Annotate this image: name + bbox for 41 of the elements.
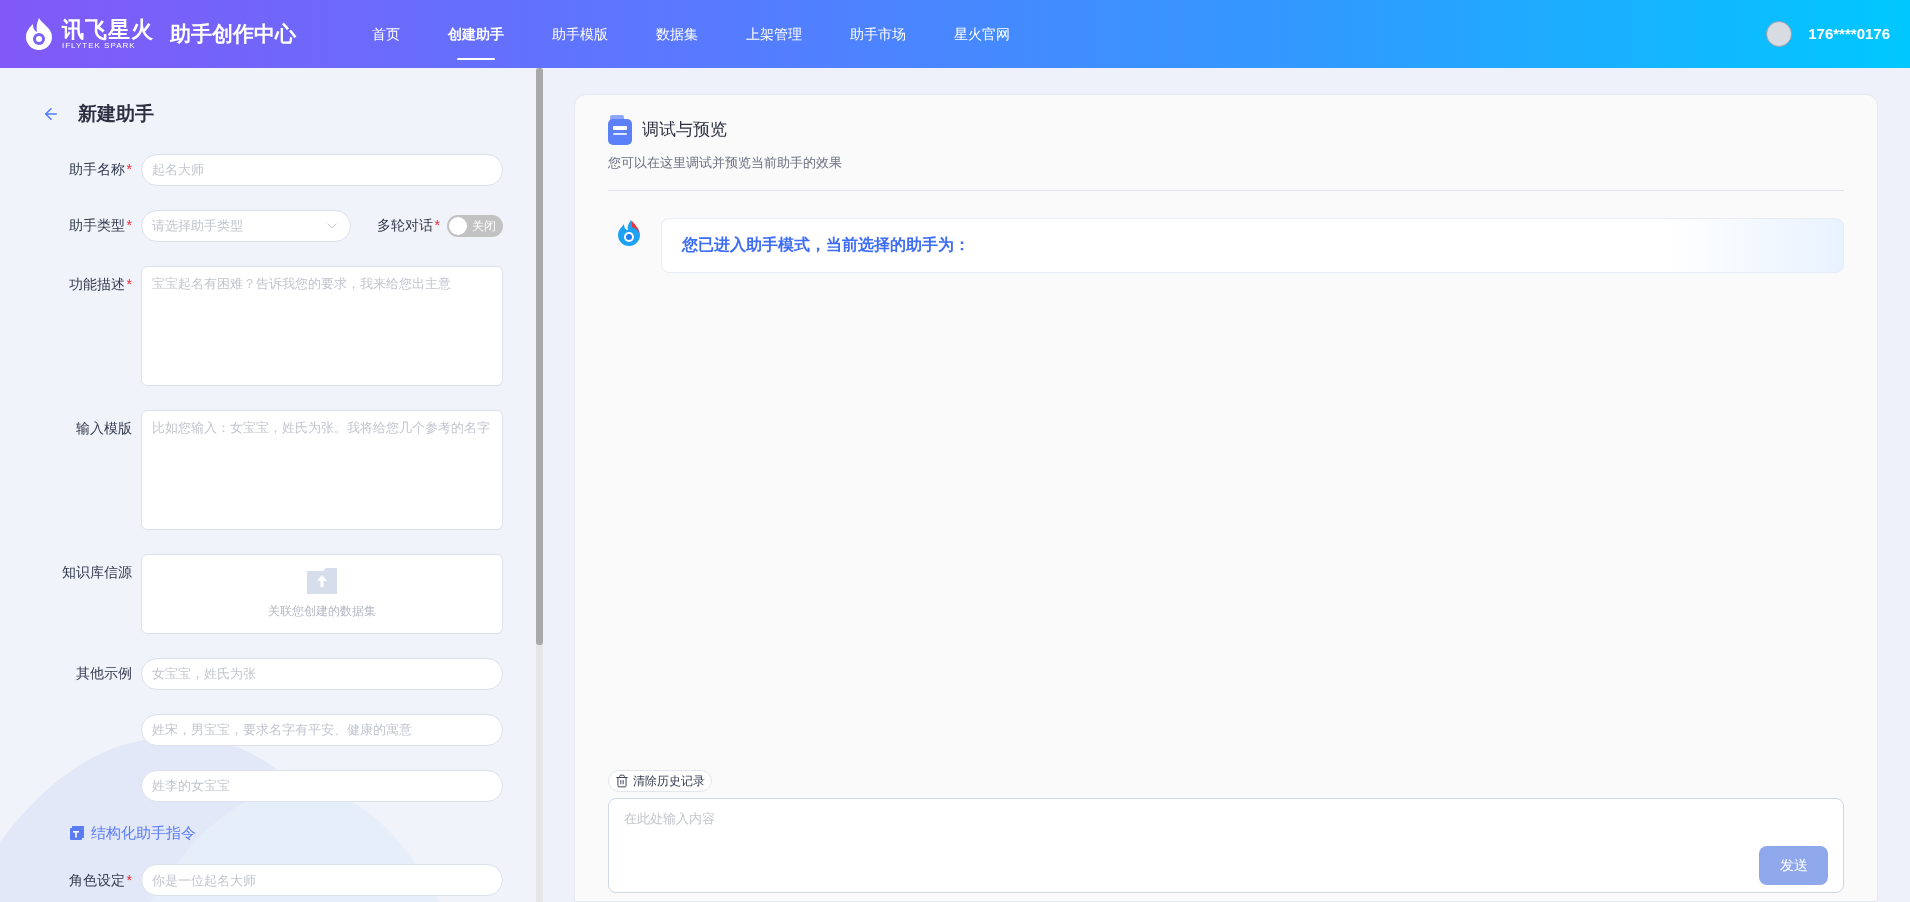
user-phone[interactable]: 176****0176 [1808,22,1890,46]
document-icon [608,115,632,145]
logo-subtitle: IFLYTEK SPARK [62,41,137,50]
nav-tab[interactable]: 创建助手 [424,0,528,68]
logo-text: 讯飞星火 [62,18,154,41]
text-area[interactable]: 宝宝起名有困难？告诉我您的要求，我来给您出主意 [141,265,503,386]
section-heading: 结构化助手指令 [91,822,196,843]
field-label: 其他示例 [76,664,132,683]
folder-upload-icon [307,567,337,594]
preview-subtitle: 您可以在这里调试并预览当前助手的效果 [608,154,843,172]
flame-logo-icon [24,18,54,50]
nav-tab[interactable]: 星火官网 [930,0,1034,68]
field-label: 知识库信源 [62,562,132,582]
field-label: 功能描述* [68,274,132,294]
type-select[interactable]: 请选择助手类型 [141,209,351,242]
field-label: 助手名称* [68,160,132,179]
field-label: 角色设定* [68,870,132,890]
clear-history-button[interactable]: 清除历史记录 [608,770,712,792]
trash-icon [615,774,629,788]
document-icon [70,825,84,840]
field-label: 助手类型* [68,216,132,235]
toggle-switch[interactable]: 关闭 [447,214,503,237]
text-field[interactable]: 女宝宝，姓氏为张 [141,657,503,690]
form-title: 新建助手 [78,102,154,126]
app-title: 助手创作中心 [170,21,296,48]
text-field[interactable]: 姓李的女宝宝 [141,769,503,802]
nav-tab[interactable]: 数据集 [632,0,722,68]
field-label: 输入模版 [76,418,132,438]
nav-tab[interactable]: 助手模版 [528,0,632,68]
scrollbar[interactable] [536,68,543,902]
preview-title: 调试与预览 [642,119,727,142]
message-bubble: 您已进入助手模式，当前选择的助手为： [661,217,1844,273]
avatar[interactable] [1766,21,1793,47]
text-field[interactable]: 起名大师 [141,153,503,186]
upload-area[interactable]: 关联您创建的数据集 [141,553,503,634]
bot-avatar-icon [617,219,641,248]
text-field[interactable]: 姓宋，男宝宝，要求名字有平安、健康的寓意 [141,713,503,746]
field-label: 多轮对话* [376,216,440,235]
nav-tab[interactable]: 助手市场 [826,0,930,68]
nav-tab[interactable]: 上架管理 [722,0,826,68]
nav-tab[interactable]: 首页 [348,0,424,68]
